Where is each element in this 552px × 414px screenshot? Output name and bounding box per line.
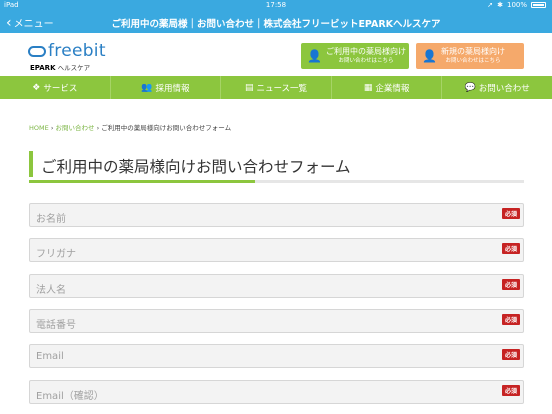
name-placeholder: お名前	[36, 214, 66, 225]
bluetooth-icon: ✱	[497, 1, 503, 9]
logo-sub-text: ヘルスケア	[57, 64, 91, 72]
name-field[interactable]: お名前 必須	[29, 203, 524, 227]
logo-brand: freebit	[48, 41, 106, 61]
battery-percent: 100%	[506, 1, 527, 9]
page-title-block: ご利用中の薬局様向けお問い合わせフォーム	[29, 151, 524, 183]
add-user-icon: 👤	[422, 49, 437, 63]
breadcrumb-separator: ›	[96, 124, 100, 132]
menu-item-contact[interactable]: 💬 お問い合わせ	[442, 76, 552, 99]
required-badge: 必須	[501, 208, 520, 219]
breadcrumb-contact[interactable]: お問い合わせ	[56, 124, 95, 132]
menu-item-label: サービス	[43, 83, 78, 94]
services-icon: ❖	[32, 82, 41, 93]
title-underline	[29, 180, 524, 183]
menu-item-company[interactable]: ▦ 企業情報	[332, 76, 443, 99]
page-title: ご利用中の薬局様向けお問い合わせフォーム	[41, 158, 351, 176]
status-bar: iPad 17:58 ➚ ✱ 100%	[0, 0, 552, 11]
menu-item-news[interactable]: ▤ ニュース一覧	[221, 76, 332, 99]
location-icon: ➚	[487, 1, 494, 9]
user-icon: 👤	[307, 49, 322, 63]
menu-item-label: 採用情報	[155, 83, 190, 94]
phone-placeholder: 電話番号	[36, 320, 76, 331]
new-pharmacy-contact-button[interactable]: 👤 新規の薬局様向け お問い合わせはこちら	[416, 43, 524, 69]
logo-ring-icon	[28, 45, 46, 57]
site-header: freebit EPARK ヘルスケア 👤 ご利用中の薬局様向け お問い合わせは…	[0, 33, 552, 76]
furigana-placeholder: フリガナ	[36, 249, 76, 260]
menu-item-recruit[interactable]: 👥 採用情報	[111, 76, 222, 99]
logo-sub-brand: EPARK	[30, 64, 56, 72]
freebit-logo[interactable]: freebit EPARK ヘルスケア	[28, 41, 106, 72]
email-field[interactable]: Email 必須	[29, 344, 524, 368]
nav-title: ご利用中の薬局様｜お問い合わせ｜株式会社フリービットEPARKヘルスケア	[111, 19, 441, 30]
menu-item-label: 企業情報	[375, 83, 410, 94]
breadcrumb-separator: ›	[50, 124, 54, 132]
required-badge: 必須	[501, 243, 520, 254]
clock: 17:58	[265, 1, 287, 9]
required-badge: 必須	[501, 349, 520, 360]
people-icon: 👥	[141, 82, 153, 93]
new-pharmacy-button-title: 新規の薬局様向け	[440, 47, 505, 56]
breadcrumb-current: ご利用中の薬局様向けお問い合わせフォーム	[101, 124, 232, 132]
current-pharmacy-contact-button[interactable]: 👤 ご利用中の薬局様向け お問い合わせはこちら	[301, 43, 409, 69]
required-badge: 必須	[501, 279, 520, 290]
battery-icon	[531, 2, 546, 8]
navigation-bar: ‹ メニュー ご利用中の薬局様｜お問い合わせ｜株式会社フリービットEPARKヘル…	[0, 11, 552, 33]
current-pharmacy-button-title: ご利用中の薬局様向け	[325, 47, 406, 56]
main-menu: ❖ サービス 👥 採用情報 ▤ ニュース一覧 ▦ 企業情報 💬 お問い合わせ	[0, 76, 552, 99]
email-confirm-placeholder: Email（確認）	[36, 391, 104, 402]
company-name-placeholder: 法人名	[36, 285, 66, 296]
status-right: ➚ ✱ 100%	[487, 1, 546, 9]
phone-field[interactable]: 電話番号 必須	[29, 309, 524, 333]
menu-item-label: ニュース一覧	[256, 83, 308, 94]
breadcrumb-home[interactable]: HOME	[29, 124, 49, 132]
document-icon: ▤	[244, 82, 254, 93]
required-badge: 必須	[501, 385, 520, 396]
breadcrumb: HOME › お問い合わせ › ご利用中の薬局様向けお問い合わせフォーム	[29, 122, 231, 132]
furigana-field[interactable]: フリガナ 必須	[29, 238, 524, 262]
building-icon: ▦	[363, 82, 373, 93]
email-confirm-field[interactable]: Email（確認） 必須	[29, 380, 524, 404]
menu-item-services[interactable]: ❖ サービス	[0, 76, 111, 99]
title-accent-bar	[29, 151, 33, 177]
chat-icon: 💬	[464, 82, 476, 93]
new-pharmacy-button-sub: お問い合わせはこちら	[445, 58, 501, 64]
company-name-field[interactable]: 法人名 必須	[29, 274, 524, 298]
current-pharmacy-button-sub: お問い合わせはこちら	[338, 58, 394, 64]
email-placeholder: Email	[36, 351, 64, 362]
title-underline-accent	[29, 180, 255, 183]
required-badge: 必須	[501, 314, 520, 325]
menu-item-label: お問い合わせ	[478, 83, 530, 94]
